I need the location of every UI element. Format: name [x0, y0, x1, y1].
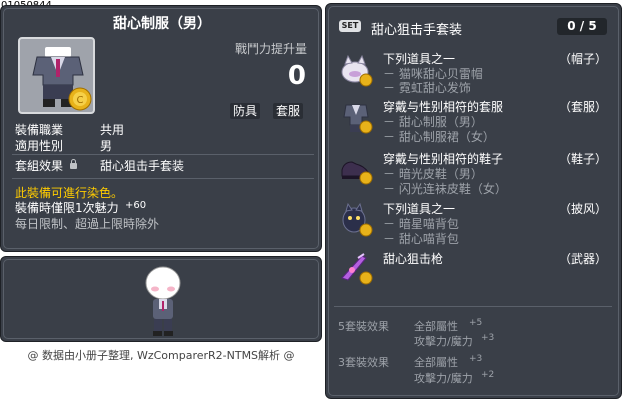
- divider: [12, 154, 314, 155]
- gun-icon: [341, 253, 373, 285]
- coin-icon: C: [68, 87, 92, 111]
- item-icon-frame: C: [18, 37, 95, 114]
- slot-label: （披风）: [558, 202, 607, 216]
- lock-icon: [70, 159, 77, 169]
- suit-icon: [343, 104, 373, 134]
- set-count: 0 / 5: [557, 18, 607, 35]
- time-limit-value: +60: [125, 200, 147, 211]
- hat-icon: [341, 54, 373, 87]
- bonus-stat: 全部屬性: [414, 356, 458, 369]
- svg-text:C: C: [77, 95, 84, 106]
- job-value: 共用: [100, 123, 125, 137]
- tag-overall: 套服: [273, 103, 304, 119]
- gender-value: 男: [100, 139, 113, 153]
- set-effect-label: 套組效果: [15, 159, 64, 173]
- slot-label: （武器）: [558, 252, 607, 266]
- power-label: 戰鬥力提升量: [234, 42, 307, 56]
- bonus-stat-value: +3: [481, 333, 495, 343]
- backpack-icon: [342, 202, 373, 237]
- set-info-panel: SET 甜心狙击手套装 0 / 5 下列道具之一 （帽子） － 猫咪甜心贝雷帽 …: [325, 3, 622, 399]
- credit-text: @ 数据由小册子整理, WzComparerR2-NTMS解析 @: [27, 349, 295, 362]
- bonus-stat-value: +2: [481, 370, 495, 380]
- tag-armor: 防具: [230, 103, 261, 119]
- divider: [12, 178, 314, 179]
- slot-label: （套服）: [558, 100, 607, 114]
- set-item-sub: － 甜心喵背包: [383, 232, 459, 246]
- time-limit-label: 裝備時僅限1次魅力: [15, 201, 119, 215]
- job-label: 裝備職業: [15, 123, 64, 137]
- shoes-icon: [341, 161, 373, 185]
- set-effect-value: 甜心狙击手套装: [100, 159, 185, 173]
- avatar-sprite: [145, 266, 181, 336]
- bonus-label: 5套裝效果: [338, 320, 389, 333]
- set-item-sub: － 霓虹甜心发饰: [383, 81, 471, 95]
- avatar-preview-panel: [0, 256, 322, 342]
- set-badge: SET: [339, 20, 361, 32]
- item-tooltip-panel: 甜心制服（男） C 戰鬥力提升量 0 防具 套服 裝備職業 共用 適用性別 男 …: [0, 5, 322, 252]
- item-name: 甜心制服（男）: [113, 16, 211, 32]
- bonus-stat: 攻擊力/魔力: [414, 372, 473, 385]
- gender-label: 適用性別: [15, 139, 64, 153]
- divider: [334, 306, 612, 307]
- bonus-stat: 全部屬性: [414, 320, 458, 333]
- set-item-sub: － 甜心制服裙（女）: [383, 130, 495, 144]
- daily-note: 每日限制、超過上限時除外: [15, 217, 160, 231]
- bonus-stat: 攻擊力/魔力: [414, 335, 473, 348]
- bonus-stat-value: +5: [469, 318, 483, 328]
- set-name: 甜心狙击手套装: [371, 23, 463, 38]
- slot-label: （鞋子）: [558, 152, 607, 166]
- set-item-title: 甜心狙击枪: [383, 252, 444, 266]
- set-item-sub: － 闪光连袜皮鞋（女）: [383, 182, 507, 196]
- bonus-stat-value: +3: [469, 354, 483, 364]
- bonus-label: 3套裝效果: [338, 356, 389, 369]
- slot-label: （帽子）: [558, 52, 607, 66]
- power-value: 0: [287, 61, 306, 91]
